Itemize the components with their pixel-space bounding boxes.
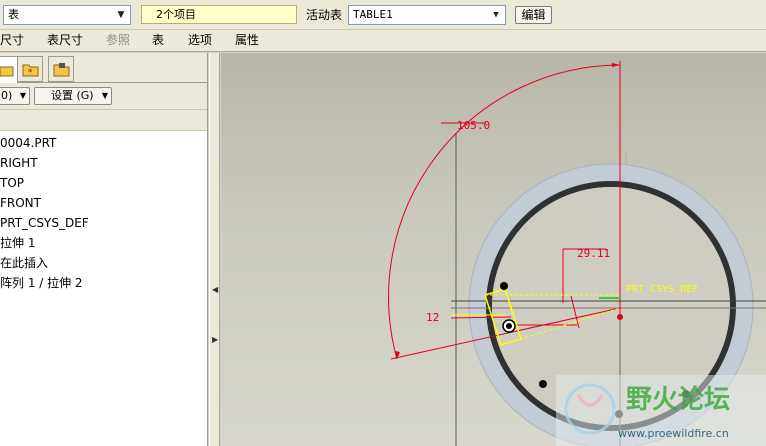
tree-header xyxy=(0,109,207,131)
tab-model-tree[interactable] xyxy=(0,56,18,84)
table-combo-value: 表 xyxy=(8,8,19,21)
watermark: 野火论坛 www.proewildfire.cn xyxy=(556,375,766,446)
tree-item-extrude-1[interactable]: 拉伸 1 xyxy=(0,233,207,253)
chevron-down-icon: ▼ xyxy=(19,91,26,100)
menu-bar: 尺寸 表尺寸 参照 表 选项 属性 xyxy=(0,30,766,52)
tree-item-csys[interactable]: PRT_CSYS_DEF xyxy=(0,213,207,233)
filter-button[interactable]: 0) ▼ xyxy=(0,87,30,105)
folder-icon xyxy=(0,66,14,77)
settings-button[interactable]: 设置 (G) ▼ xyxy=(34,87,112,105)
collapse-left-icon[interactable]: ◀ xyxy=(212,285,218,294)
top-toolbar: 表 ▼ 2个项目 活动表 TABLE1 ▼ 编辑 xyxy=(0,0,766,30)
csys-origin xyxy=(617,314,623,320)
tab-favorites[interactable] xyxy=(48,56,74,82)
watermark-logo: 野火论坛 www.proewildfire.cn xyxy=(556,375,766,446)
model-tree-panel: * 0) ▼ 设置 (G) ▼ 0004.PRT RIGHT TOP FRONT… xyxy=(0,53,208,446)
folder-tools-icon xyxy=(53,63,70,77)
tree-item-right[interactable]: RIGHT xyxy=(0,153,207,173)
watermark-title: 野火论坛 xyxy=(626,385,730,415)
angle-dimension-text[interactable]: 105.0 xyxy=(457,119,490,132)
svg-text:*: * xyxy=(28,68,33,78)
panel-tabs: * xyxy=(0,53,207,84)
dimension-arrow xyxy=(612,63,620,67)
expand-right-icon[interactable]: ▶ xyxy=(212,335,218,344)
folder-star-icon: * xyxy=(22,64,39,78)
tree-item-part[interactable]: 0004.PRT xyxy=(0,133,207,153)
tab-folder[interactable]: * xyxy=(17,56,43,82)
tree-item-top[interactable]: TOP xyxy=(0,173,207,193)
menu-item-properties[interactable]: 属性 xyxy=(235,33,259,47)
menu-item-dimension[interactable]: 尺寸 xyxy=(0,33,24,47)
pattern-leader-selected-center xyxy=(506,323,512,329)
active-table-value: TABLE1 xyxy=(353,8,393,21)
active-table-label: 活动表 xyxy=(306,8,343,22)
model-tree: 0004.PRT RIGHT TOP FRONT PRT_CSYS_DEF 拉伸… xyxy=(0,133,207,293)
watermark-url: www.proewildfire.cn xyxy=(618,427,729,440)
tree-item-insert-here[interactable]: 在此插入 xyxy=(0,253,207,273)
items-field[interactable]: 2个项目 xyxy=(141,5,297,24)
menu-item-table[interactable]: 表 xyxy=(152,33,164,47)
pattern-leader-dot xyxy=(539,380,547,388)
tree-item-front[interactable]: FRONT xyxy=(0,193,207,213)
panel-splitter[interactable]: ◀ ▶ xyxy=(209,53,220,446)
radius-dimension-text[interactable]: 29.11 xyxy=(577,247,610,260)
chevron-down-icon: ▼ xyxy=(117,10,125,20)
panel-controls: 0) ▼ 设置 (G) ▼ xyxy=(0,83,207,109)
table-combo[interactable]: 表 ▼ xyxy=(3,5,131,25)
settings-button-label: 设置 (G) xyxy=(51,89,94,102)
graphics-window[interactable]: 105.0 29.11 12 PRT_CSYS_DEF 野火论坛 www.pro… xyxy=(221,53,766,446)
pattern-leader-dot xyxy=(500,282,508,290)
menu-item-reference[interactable]: 参照 xyxy=(106,33,130,47)
csys-label: PRT_CSYS_DEF xyxy=(626,284,698,295)
edit-button[interactable]: 编辑 xyxy=(515,6,552,24)
tree-item-pattern-1[interactable]: 阵列 1 / 拉伸 2 xyxy=(0,273,207,293)
menu-item-table-dimension[interactable]: 表尺寸 xyxy=(47,33,83,47)
small-dimension-text[interactable]: 12 xyxy=(426,311,439,324)
menu-item-options[interactable]: 选项 xyxy=(188,33,212,47)
chevron-down-icon: ▼ xyxy=(101,91,108,100)
chevron-down-icon: ▼ xyxy=(493,10,499,20)
active-table-combo[interactable]: TABLE1 ▼ xyxy=(348,5,506,25)
filter-button-label: 0) xyxy=(1,89,13,102)
